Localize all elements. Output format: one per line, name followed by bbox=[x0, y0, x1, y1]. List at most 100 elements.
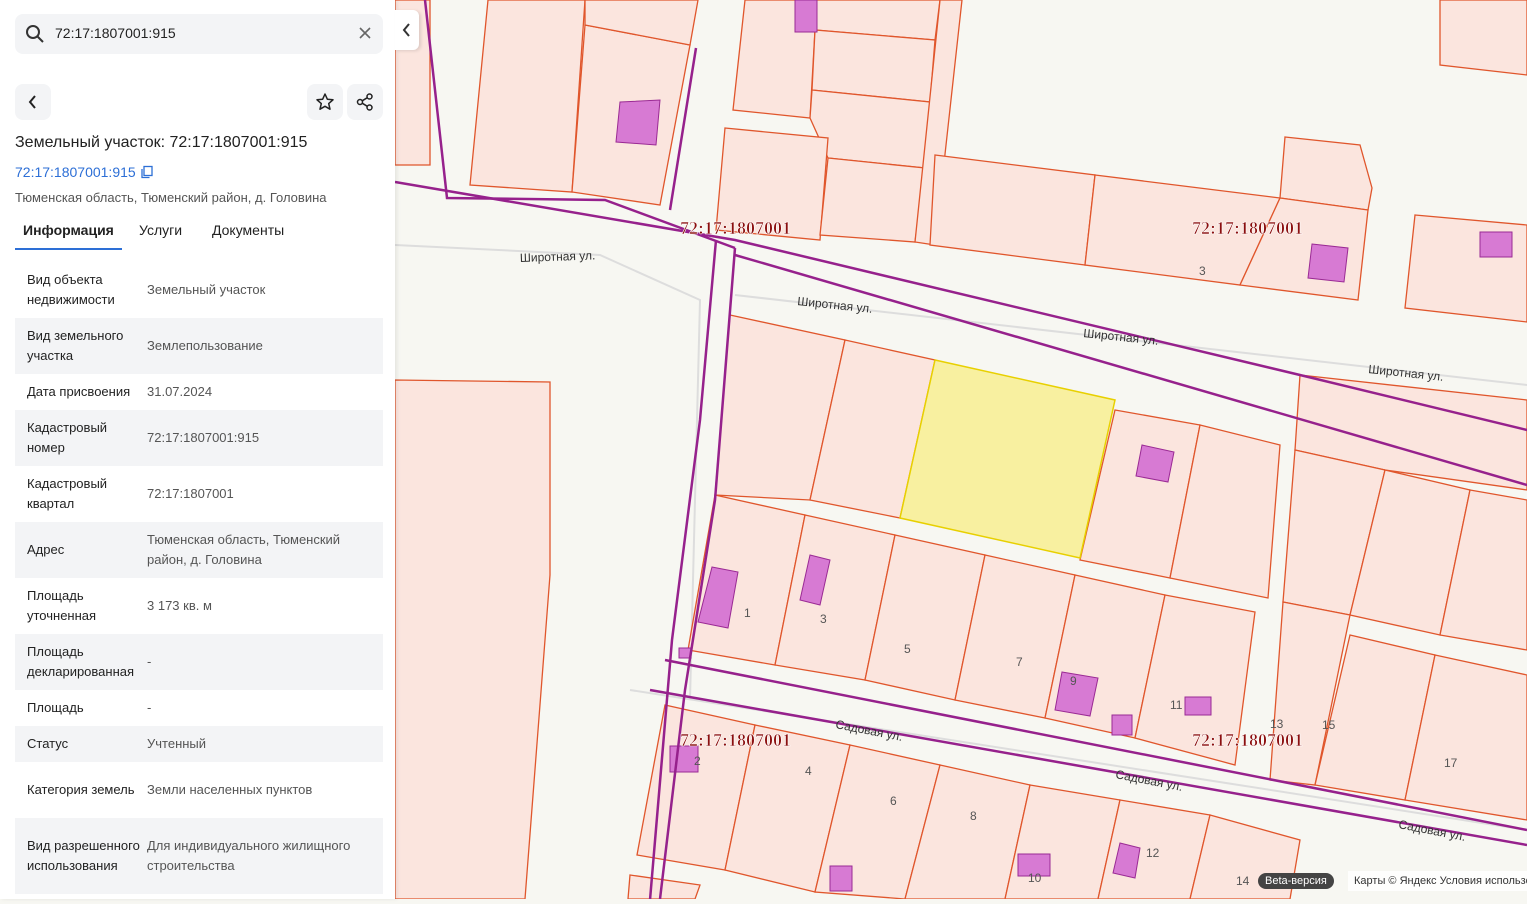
info-key: Вид земельного участка bbox=[27, 328, 124, 363]
quarter-label: 72:17:1807001 bbox=[1192, 218, 1303, 238]
info-key: Площадь декларированная bbox=[27, 644, 135, 679]
info-row: Площадь декларированная - bbox=[15, 634, 383, 690]
plot-number: 14 bbox=[1236, 874, 1250, 888]
parcel bbox=[469, 0, 586, 193]
info-value: Для индивидуального жилищного строительс… bbox=[147, 838, 351, 873]
parcel bbox=[929, 154, 1096, 266]
parcel bbox=[1439, 0, 1527, 76]
info-key: Площадь bbox=[27, 700, 84, 715]
building bbox=[829, 865, 853, 892]
plot-number: 13 bbox=[1270, 717, 1284, 731]
info-row: Адрес Тюменская область, Тюменский район,… bbox=[15, 522, 383, 578]
share-icon bbox=[356, 93, 373, 111]
plot-number: 17 bbox=[1444, 756, 1458, 770]
plot-number: 7 bbox=[1016, 655, 1023, 669]
info-value: Земли населенных пунктов bbox=[147, 782, 313, 797]
info-value: Земельный участок bbox=[147, 282, 266, 297]
info-row: Вид разрешенного использования Для индиви… bbox=[15, 818, 383, 894]
info-key: Дата присвоения bbox=[27, 384, 131, 399]
info-table: Вид объекта недвижимости Земельный участо… bbox=[15, 262, 383, 894]
info-value: 72:17:1807001 bbox=[147, 486, 234, 501]
plot-number: 12 bbox=[1146, 846, 1160, 860]
street-label: Широтная ул. bbox=[520, 248, 596, 265]
tab-services[interactable]: Услуги bbox=[139, 222, 182, 248]
info-value: - bbox=[147, 700, 152, 715]
info-row: Категория земель Земли населенных пунктов bbox=[15, 762, 383, 818]
plot-number: 9 bbox=[1070, 674, 1077, 688]
parcel bbox=[809, 89, 931, 169]
cadastral-number-link[interactable]: 72:17:1807001:915 bbox=[15, 164, 154, 180]
info-row: Вид земельного участка Землепользование bbox=[15, 318, 383, 374]
beta-badge[interactable]: Beta-версия bbox=[1258, 873, 1334, 889]
building bbox=[794, 0, 818, 33]
quarter-label: 72:17:1807001 bbox=[1192, 730, 1303, 750]
plot-number: 8 bbox=[970, 809, 977, 823]
info-key: Категория земель bbox=[27, 782, 135, 797]
close-icon[interactable] bbox=[357, 25, 373, 41]
plot-number: 2 bbox=[694, 754, 701, 768]
info-key: Площадь уточненная bbox=[27, 588, 97, 623]
info-key: Вид разрешенного использования bbox=[27, 838, 140, 873]
info-row: Статус Учтенный bbox=[15, 726, 383, 762]
info-key: Вид объекта недвижимости bbox=[27, 272, 115, 307]
chevron-left-icon bbox=[28, 95, 36, 109]
parcel bbox=[394, 379, 551, 900]
info-key: Кадастровый номер bbox=[27, 420, 108, 455]
plot-number: 1 bbox=[744, 606, 751, 620]
search-input[interactable]: 72:17:1807001:915 bbox=[55, 25, 176, 41]
parcel bbox=[1279, 136, 1373, 211]
parcel bbox=[1404, 214, 1527, 323]
plot-number: 10 bbox=[1028, 871, 1042, 885]
quarter-label: 72:17:1807001 bbox=[680, 218, 791, 238]
info-row: Площадь - bbox=[15, 690, 383, 726]
building bbox=[1135, 444, 1175, 483]
plot-number: 3 bbox=[820, 612, 827, 626]
info-key: Адрес bbox=[27, 542, 65, 557]
cadastral-map[interactable]: 72:17:1807001 72:17:1807001 72:17:180700… bbox=[394, 0, 1527, 901]
back-button[interactable] bbox=[15, 84, 51, 120]
plot-number: 5 bbox=[904, 642, 911, 656]
favorite-button[interactable] bbox=[307, 84, 343, 120]
tab-documents[interactable]: Документы bbox=[212, 222, 284, 248]
info-row: Кадастровый номер 72:17:1807001:915 bbox=[15, 410, 383, 466]
search-icon bbox=[26, 25, 44, 43]
info-key: Статус bbox=[27, 736, 69, 751]
copy-icon[interactable] bbox=[140, 165, 154, 179]
share-button[interactable] bbox=[347, 84, 383, 120]
map-copyright[interactable]: Карты © Яндекс Условия использования bbox=[1348, 871, 1527, 891]
star-icon bbox=[316, 93, 334, 110]
tabs: Информация Услуги Документы bbox=[15, 214, 383, 250]
building bbox=[615, 99, 661, 146]
chevron-left-icon bbox=[402, 23, 410, 37]
info-value: 72:17:1807001:915 bbox=[147, 430, 260, 445]
parcel bbox=[811, 29, 936, 103]
info-value: Тюменская область, Тюменский район, д. Г… bbox=[147, 532, 341, 567]
building bbox=[1184, 696, 1212, 716]
info-key: Кадастровый квартал bbox=[27, 476, 108, 511]
cadastral-number-text[interactable]: 72:17:1807001:915 bbox=[15, 164, 136, 180]
plot-number: 15 bbox=[1322, 718, 1336, 732]
parcel bbox=[819, 157, 926, 243]
tab-information[interactable]: Информация bbox=[15, 222, 122, 250]
info-panel: 72:17:1807001:915 Земельный участок: 72:… bbox=[0, 0, 395, 899]
building bbox=[1479, 231, 1513, 258]
building bbox=[1111, 714, 1133, 736]
plot-number: 3 bbox=[1199, 264, 1206, 278]
info-value: - bbox=[147, 654, 152, 669]
info-row: Вид объекта недвижимости Земельный участо… bbox=[15, 262, 383, 318]
quarter-label: 72:17:1807001 bbox=[680, 730, 791, 750]
building bbox=[1307, 243, 1349, 283]
info-value: 31.07.2024 bbox=[147, 384, 213, 399]
plot-number: 4 bbox=[805, 764, 812, 778]
search-bar[interactable]: 72:17:1807001:915 bbox=[15, 14, 383, 54]
plot-number: 11 bbox=[1170, 698, 1183, 712]
object-address: Тюменская область, Тюменский район, д. Г… bbox=[15, 190, 327, 205]
plot-number: 6 bbox=[890, 794, 897, 808]
info-row: Кадастровый квартал 72:17:1807001 bbox=[15, 466, 383, 522]
info-value: Землепользование bbox=[147, 338, 263, 353]
collapse-panel-button[interactable] bbox=[395, 10, 419, 50]
info-row: Дата присвоения 31.07.2024 bbox=[15, 374, 383, 410]
info-value: 3 173 кв. м bbox=[147, 598, 212, 613]
info-value: Учтенный bbox=[147, 736, 207, 751]
page-title: Земельный участок: 72:17:1807001:915 bbox=[15, 134, 308, 151]
